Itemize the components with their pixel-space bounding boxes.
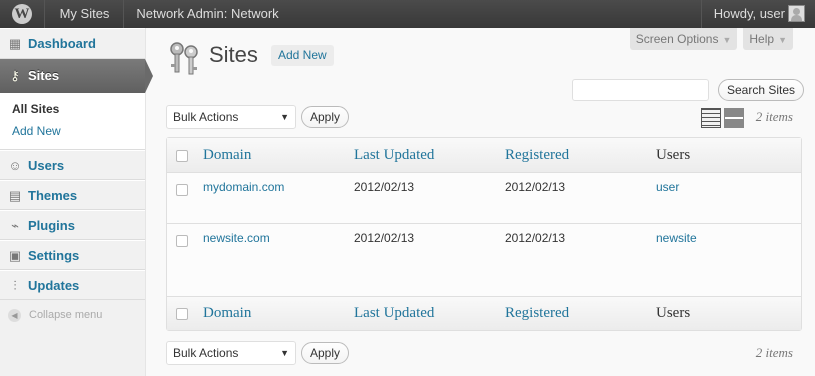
screen-options-tab[interactable]: Screen Options ▼ [629,28,738,50]
site-user-link[interactable]: newsite [656,231,697,245]
menu-dashboard-label: Dashboard [28,36,96,51]
site-last-updated: 2012/02/13 [354,180,415,194]
table-header: Domain Last Updated Registered Users [167,138,801,173]
site-last-updated: 2012/02/13 [354,231,415,245]
wordpress-logo-icon[interactable]: W [0,0,45,28]
sites-icon: ⚷ [10,68,20,83]
table-row: mydomain.com 2012/02/13 2012/02/13 user [167,173,801,224]
apply-button-bottom[interactable]: Apply [301,342,350,364]
items-count: 2 items [755,109,793,124]
chevron-down-icon: ▼ [778,35,787,45]
avatar [788,5,805,22]
collapse-menu-button[interactable]: ◀ Collapse menu [0,300,145,330]
users-icon: ☺ [8,158,22,173]
chevron-down-icon: ▼ [722,35,732,45]
sites-keys-icon [170,42,198,75]
submenu-all-sites[interactable]: All Sites [0,99,145,121]
list-view-icon[interactable] [701,108,721,128]
network-admin-link[interactable]: Network Admin: Network [125,0,290,28]
my-sites-link[interactable]: My Sites [46,0,124,28]
select-all-checkbox[interactable] [176,150,188,162]
dashboard-icon: ▦ [8,36,22,51]
updates-icon: ⫶ [13,278,17,293]
collapse-menu-label: Collapse menu [29,309,103,321]
site-domain-link[interactable]: newsite.com [203,231,270,245]
menu-settings-label: Settings [28,248,80,263]
menu-sites[interactable]: ⚷ Sites [0,59,153,93]
column-last-updated[interactable]: Last Updated [354,297,434,332]
site-registered: 2012/02/13 [505,231,566,245]
bulk-actions-value: Bulk Actions [173,110,239,124]
row-checkbox[interactable] [176,235,188,247]
menu-users[interactable]: ☺ Users [0,150,145,180]
screen-meta-links: Screen Options ▼ Help ▼ [629,28,793,50]
column-users: Users [656,305,691,321]
bulk-actions-select-bottom[interactable]: Bulk Actions ▼ [166,341,296,365]
menu-themes-label: Themes [28,188,78,203]
select-all-checkbox-footer[interactable] [176,308,188,320]
table-row: newsite.com 2012/02/13 2012/02/13 newsit… [167,224,801,296]
collapse-arrow-icon: ◀ [8,309,21,322]
howdy-label: Howdy, user [713,6,785,21]
site-domain-link[interactable]: mydomain.com [203,180,284,194]
excerpt-view-icon[interactable] [724,108,744,128]
sites-submenu: All Sites Add New [0,93,145,150]
dropdown-arrow-icon: ▼ [280,112,289,122]
column-domain[interactable]: Domain [203,138,251,173]
menu-updates[interactable]: ⫶ Updates [0,270,145,300]
column-registered[interactable]: Registered [505,297,569,332]
admin-sidebar: ▦ Dashboard ⚷ Sites All Sites Add New ☺ Use… [0,28,153,376]
table-footer: Domain Last Updated Registered Users [167,296,801,330]
page-title: Sites [209,42,258,67]
search-input[interactable] [572,79,709,101]
submenu-add-new[interactable]: Add New [0,121,145,143]
settings-icon: ▣ [8,248,22,263]
bulk-actions-value: Bulk Actions [173,346,239,360]
menu-settings[interactable]: ▣ Settings [0,240,145,270]
menu-themes[interactable]: ▤ Themes [0,180,145,210]
admin-bar: W My Sites Network Admin: Network Howdy,… [0,0,815,28]
column-registered[interactable]: Registered [505,138,569,173]
row-checkbox[interactable] [176,184,188,196]
menu-updates-label: Updates [28,278,80,293]
add-new-button[interactable]: Add New [271,45,334,66]
menu-plugins-label: Plugins [28,218,75,233]
bulk-actions-select[interactable]: Bulk Actions ▼ [166,105,296,129]
column-last-updated[interactable]: Last Updated [354,138,434,173]
menu-plugins[interactable]: ⌁ Plugins [0,210,145,240]
apply-button[interactable]: Apply [301,106,350,128]
wp-logo-letter: W [12,4,32,24]
menu-users-label: Users [28,158,65,173]
help-label: Help [749,32,775,46]
sites-table: Domain Last Updated Registered Users myd… [166,137,802,331]
dropdown-arrow-icon: ▼ [280,348,289,358]
account-menu[interactable]: Howdy, user [700,0,815,28]
screen-options-label: Screen Options [635,32,719,46]
site-registered: 2012/02/13 [505,180,566,194]
column-domain[interactable]: Domain [203,297,251,332]
help-tab[interactable]: Help ▼ [743,28,793,50]
items-count-bottom: 2 items [755,345,793,360]
column-users: Users [656,147,691,163]
menu-sites-label: Sites [28,68,60,83]
search-sites-button[interactable]: Search Sites [718,79,805,101]
themes-icon: ▤ [8,188,22,203]
menu-dashboard[interactable]: ▦ Dashboard [0,28,145,59]
site-user-link[interactable]: user [656,180,679,194]
plugins-icon: ⌁ [11,218,19,233]
